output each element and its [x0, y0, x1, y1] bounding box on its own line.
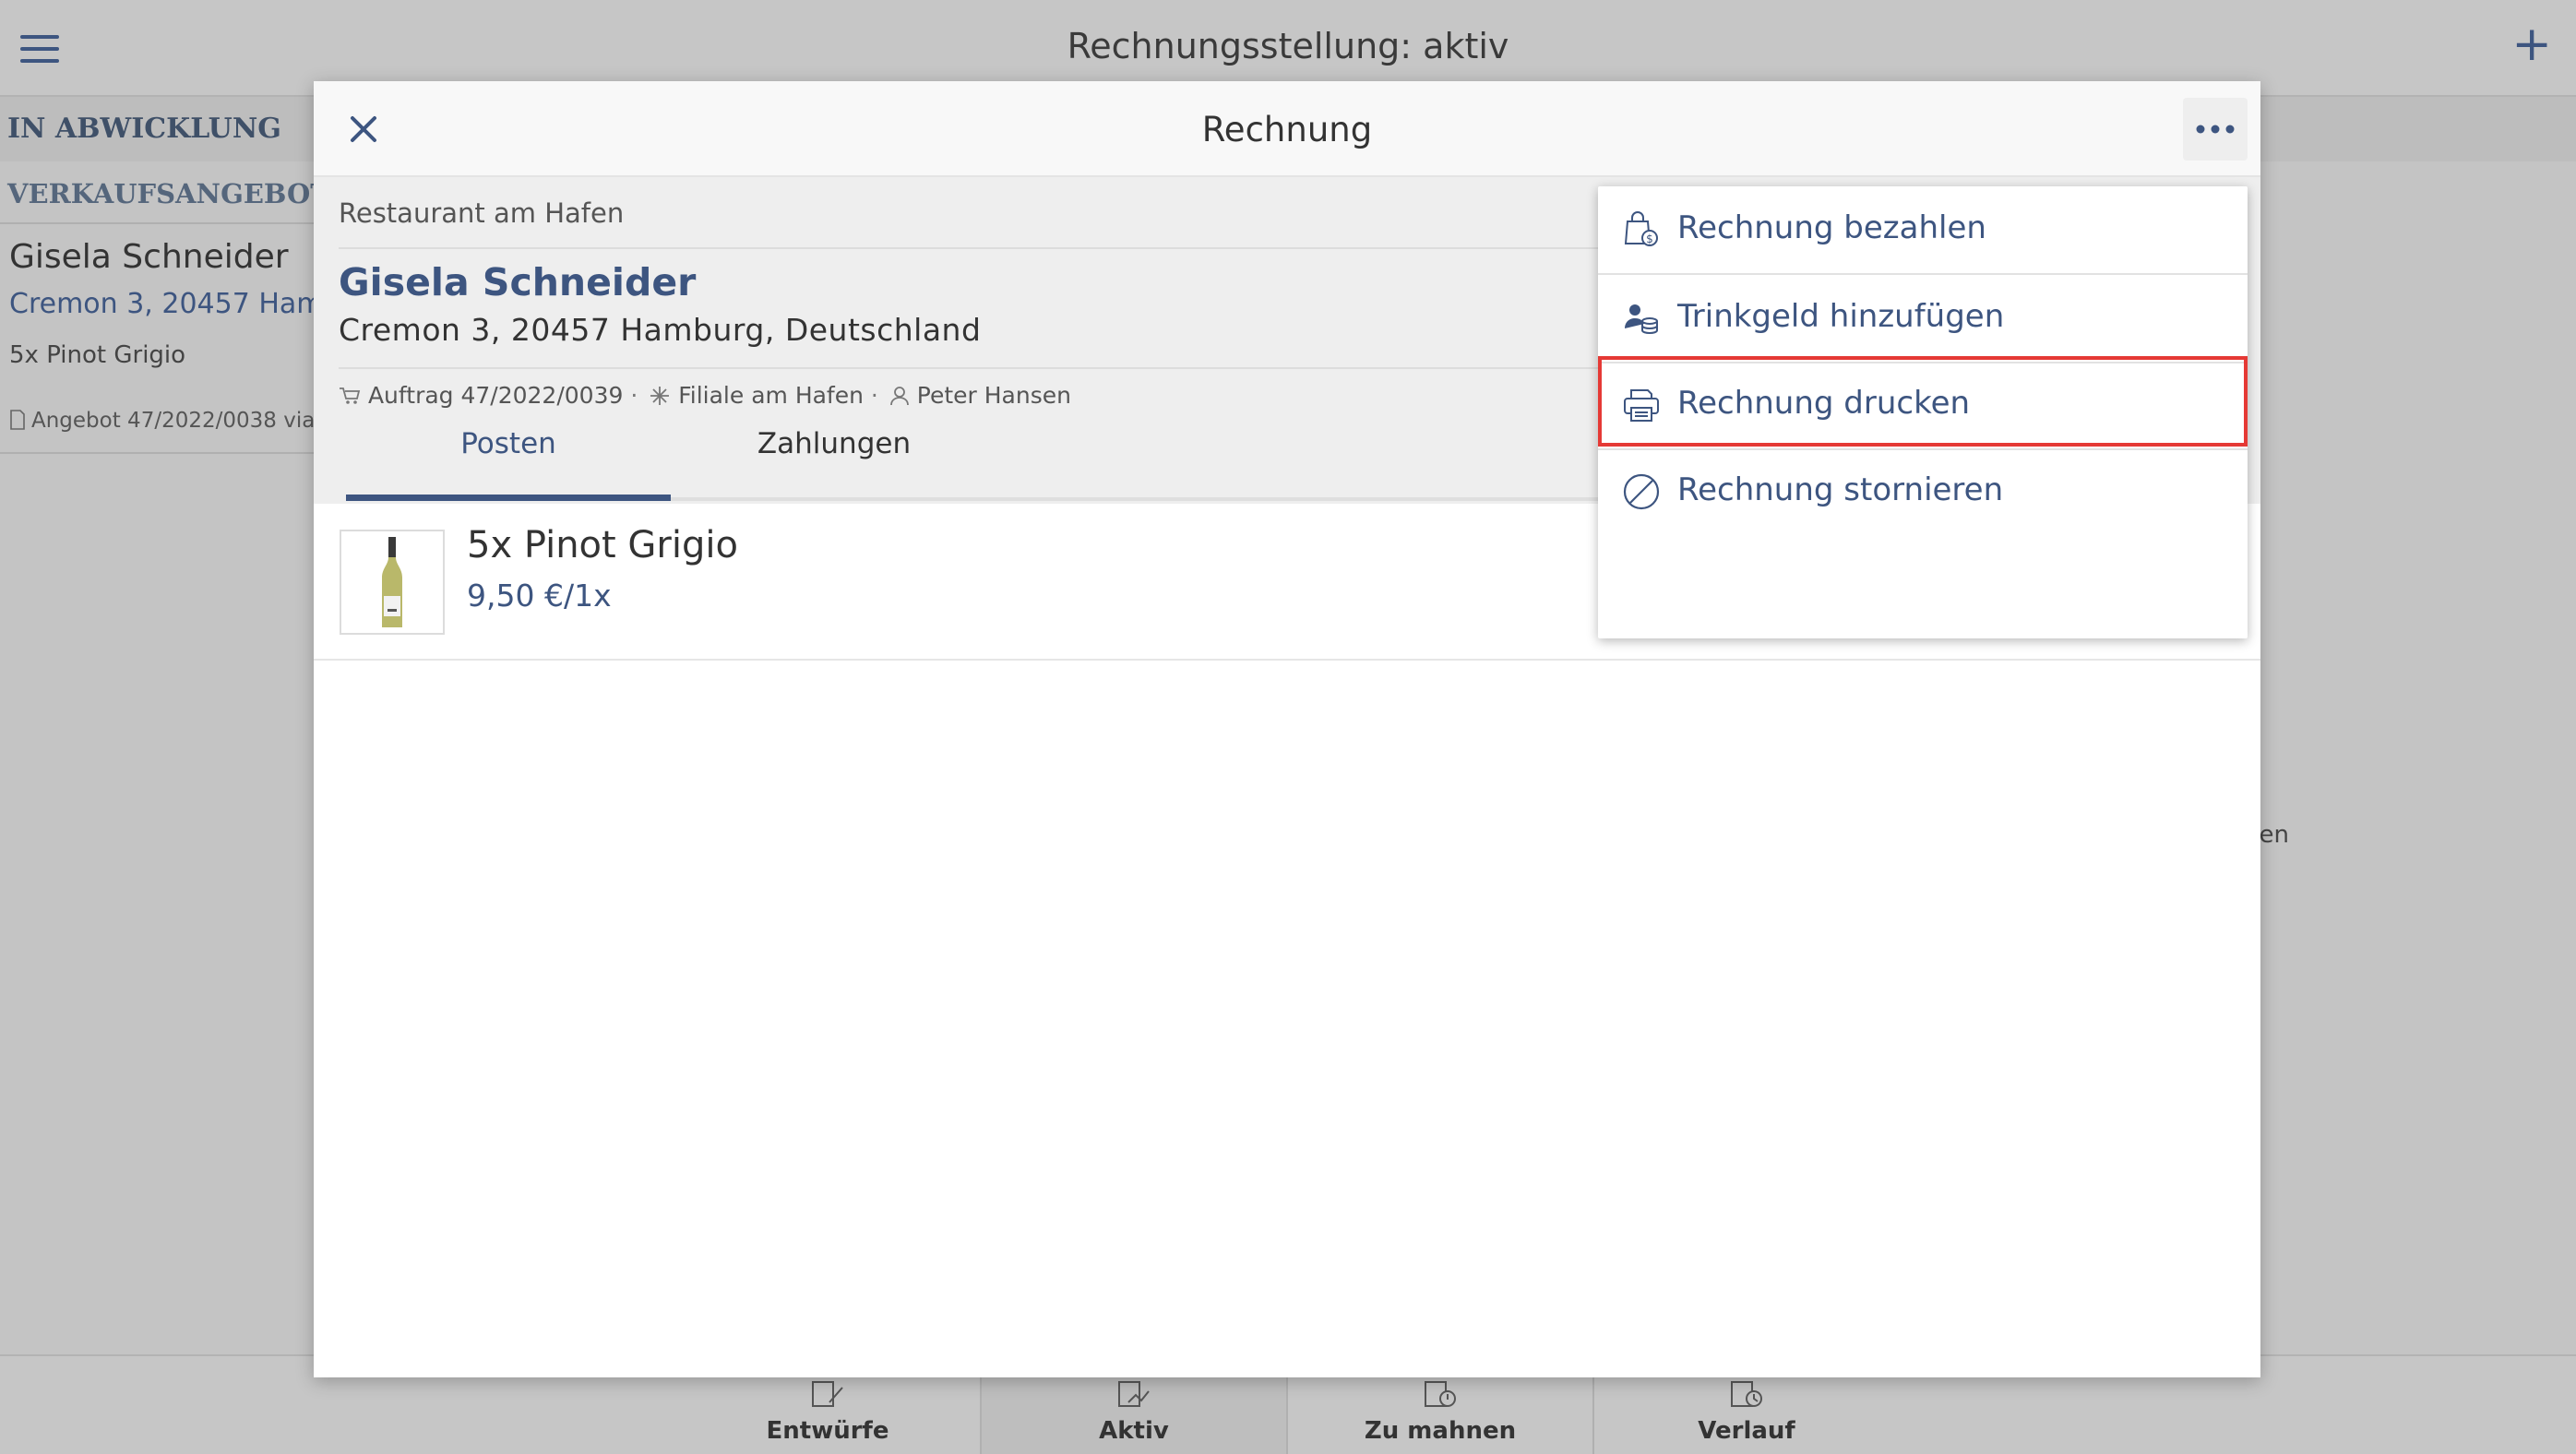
- person-name: Peter Hansen: [916, 382, 1071, 409]
- more-options-menu: $ Rechnung bezahlen Trinkgeld hinzufügen…: [1598, 186, 2248, 638]
- tab-label: Verlauf: [1698, 1417, 1795, 1445]
- overdue-invoice-icon: [1288, 1378, 1592, 1417]
- tab-indicator: [346, 495, 671, 501]
- customer-name[interactable]: Gisela Schneider: [339, 260, 696, 304]
- history-invoice-icon: [1594, 1378, 1899, 1417]
- branch-name: Filiale am Hafen: [678, 382, 864, 409]
- more-icon: [2196, 125, 2235, 134]
- company-name: Restaurant am Hafen: [339, 197, 625, 229]
- menu-item-label: Rechnung bezahlen: [1677, 209, 1986, 246]
- menu-item-rechnung-bezahlen[interactable]: $ Rechnung bezahlen: [1598, 186, 2248, 273]
- more-options-button[interactable]: [2183, 98, 2248, 161]
- invoice-meta: Auftrag 47/2022/0039 · Filiale am Hafen …: [339, 382, 1071, 409]
- section-header-in-abwicklung: IN ABWICKLUNG: [0, 97, 318, 161]
- menu-item-label: Trinkgeld hinzufügen: [1677, 298, 2005, 335]
- tab-posten[interactable]: Posten: [346, 427, 671, 483]
- list-item-footer: Angebot 47/2022/0038 via F: [9, 409, 314, 433]
- order-number: Auftrag 47/2022/0039: [367, 382, 624, 409]
- tab-label: Zu mahnen: [1364, 1417, 1517, 1445]
- offer-reference: Angebot 47/2022/0038 via F: [31, 409, 314, 433]
- document-icon: [10, 410, 25, 430]
- menu-item-rechnung-stornieren[interactable]: Rechnung stornieren: [1598, 448, 2248, 535]
- branch-icon: [650, 387, 670, 405]
- section-header-verkaufsangebote: VERKAUFSANGEBOTE: [0, 164, 351, 224]
- pay-invoice-icon: $: [1622, 210, 1661, 249]
- customer-address: Cremon 3, 20457 Hamburg, Deutschland: [339, 312, 982, 348]
- printer-icon: [1622, 386, 1661, 424]
- cart-icon: [340, 387, 361, 404]
- divider: [0, 452, 318, 454]
- menu-item-label: Rechnung stornieren: [1677, 471, 2004, 508]
- page-title: Rechnungsstellung: aktiv: [1067, 26, 1509, 66]
- modal-title: Rechnung: [1201, 110, 1373, 149]
- section-header-strip: [2251, 97, 2576, 161]
- cancel-icon: [1622, 472, 1661, 511]
- tab-label: Aktiv: [1099, 1417, 1169, 1445]
- tab-label: Entwürfe: [766, 1417, 889, 1445]
- menu-item-label: Rechnung drucken: [1677, 385, 1971, 422]
- tab-zahlungen[interactable]: Zahlungen: [672, 427, 996, 483]
- product-price: 9,50 €/1x: [467, 578, 612, 614]
- person-icon: [889, 387, 909, 406]
- tip-icon: [1622, 299, 1661, 338]
- menu-item-trinkgeld-hinzufuegen[interactable]: Trinkgeld hinzufügen: [1598, 275, 2248, 362]
- wine-bottle-image: [340, 530, 445, 635]
- active-invoice-icon: [982, 1378, 1286, 1417]
- modal-header: Rechnung: [314, 81, 2260, 177]
- product-name: 5x Pinot Grigio: [467, 524, 738, 566]
- draft-invoice-icon: [675, 1378, 980, 1417]
- add-icon[interactable]: +: [2511, 20, 2552, 68]
- svg-text:$: $: [1646, 232, 1653, 245]
- list-item-name[interactable]: Gisela Schneider: [9, 238, 289, 276]
- menu-item-rechnung-drucken[interactable]: Rechnung drucken: [1598, 362, 2248, 448]
- list-item-address: Cremon 3, 20457 Hamburg: [9, 288, 318, 320]
- list-item-products: 5x Pinot Grigio: [9, 341, 186, 369]
